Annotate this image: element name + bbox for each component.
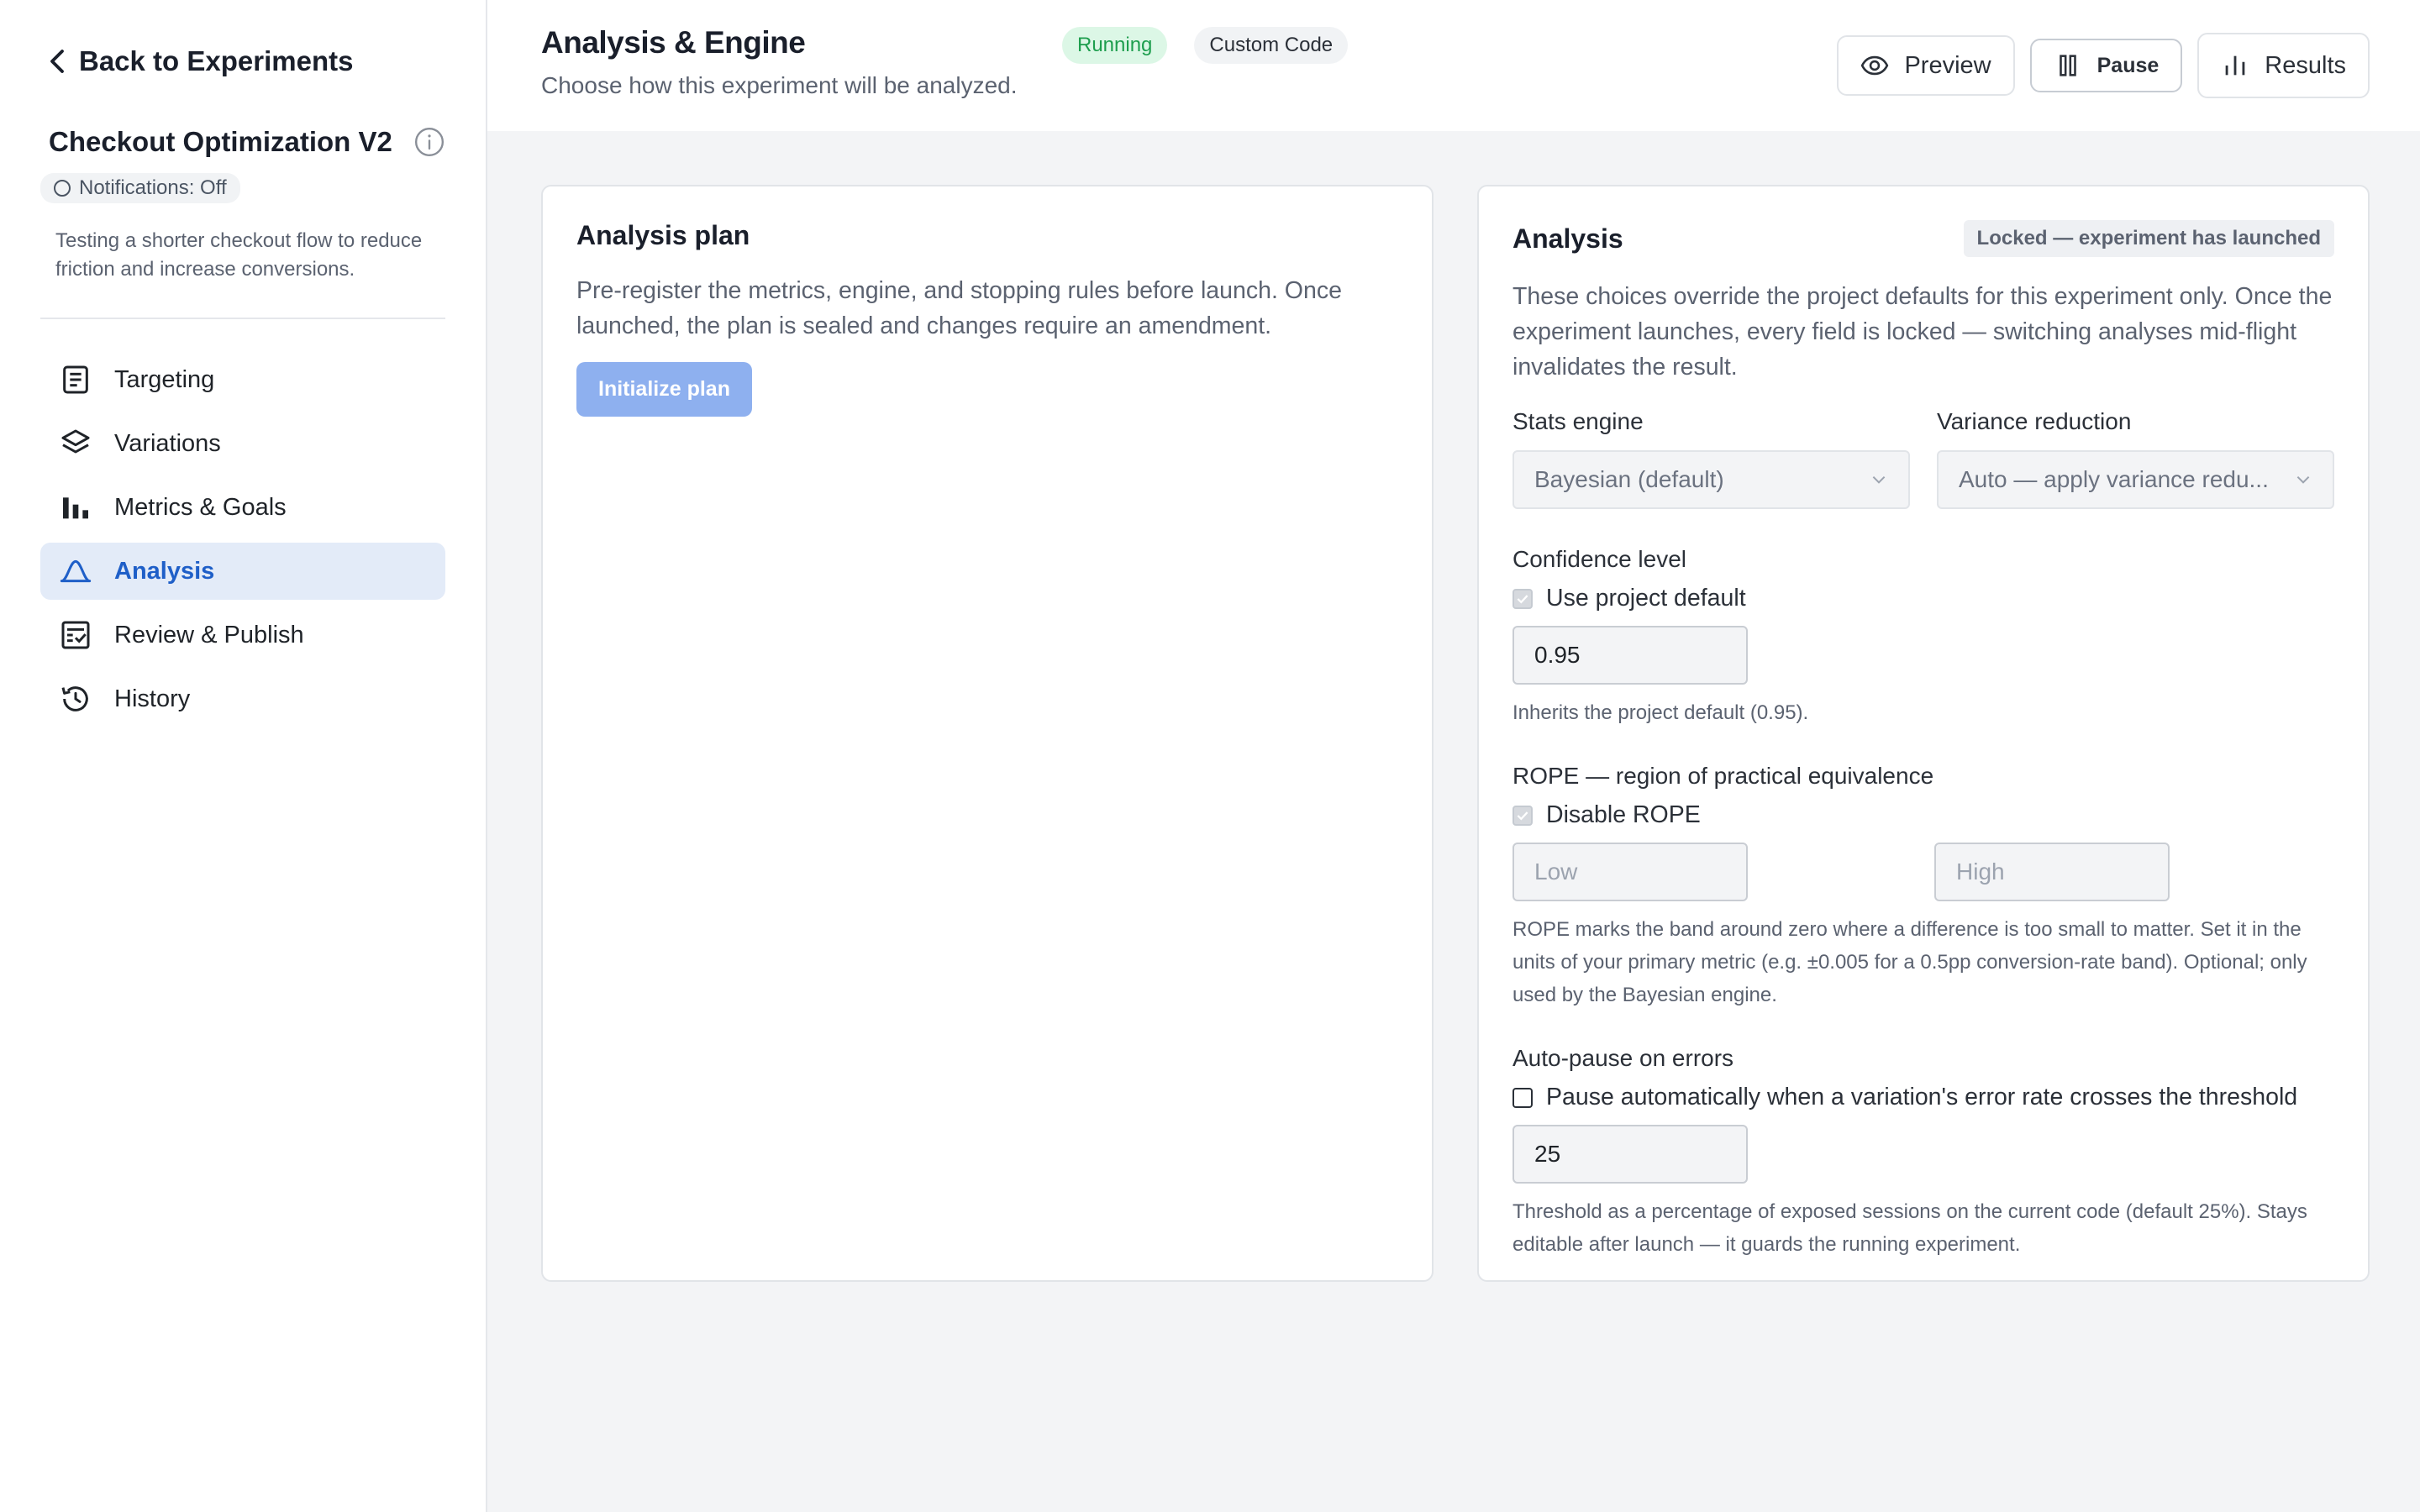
eye-icon [1861, 55, 1889, 76]
variance-reduction-value: Auto — apply variance redu... [1959, 466, 2269, 492]
use-project-default-checkbox[interactable] [1512, 588, 1533, 609]
experiment-header: Checkout Optimization V2 [40, 126, 445, 158]
rope-low-input[interactable]: Low [1512, 843, 1748, 901]
sidebar-item-label: History [114, 685, 191, 712]
rope-label: ROPE — region of practical equivalence [1512, 763, 1934, 789]
confidence-label: Confidence level [1512, 546, 1687, 572]
content-area: Analysis plan Pre-register the metrics, … [487, 131, 2420, 1282]
initialize-plan-button[interactable]: Initialize plan [576, 362, 752, 417]
confidence-input[interactable]: 0.95 [1512, 626, 1748, 685]
experiment-title: Checkout Optimization V2 [49, 126, 392, 157]
results-button[interactable]: Results [2197, 33, 2370, 98]
variance-reduction-label: Variance reduction [1937, 408, 2132, 434]
document-icon [63, 365, 88, 394]
chart-icon [2225, 55, 2245, 76]
sidebar: Back to Experiments Checkout Optimizatio… [0, 0, 487, 1512]
analysis-intro: These choices override the project defau… [1512, 283, 2333, 381]
stats-engine-label: Stats engine [1512, 408, 1644, 434]
confidence-help: Inherits the project default (0.95). [1512, 701, 1809, 724]
main-area: Analysis & Engine Choose how this experi… [487, 0, 2420, 1512]
circle-icon [54, 180, 71, 197]
auto-pause-section: Auto-pause on errors Pause automatically… [1512, 1045, 2334, 1261]
experiment-description: Testing a shorter checkout flow to reduc… [55, 229, 423, 281]
badge-group: Running Custom Code [487, 27, 1349, 64]
status-badge: Running [1062, 27, 1168, 64]
stats-engine-value: Bayesian (default) [1534, 466, 1724, 492]
use-project-default-label: Use project default [1546, 585, 1746, 612]
analysis-card-title: Analysis [1512, 223, 1623, 254]
checklist-icon [61, 621, 90, 649]
variance-reduction-select[interactable]: Auto — apply variance redu... [1937, 450, 2334, 509]
locked-badge: Locked — experiment has launched [1963, 220, 2334, 257]
analysis-card: Analysis Locked — experiment has launche… [1477, 185, 2370, 1282]
back-label: Back to Experiments [79, 45, 354, 76]
header-actions: Preview Pause Results [1837, 33, 2370, 98]
disable-rope-row: Disable ROPE [1512, 801, 2334, 829]
chevron-left-icon [50, 50, 64, 73]
sidebar-item-label: Review & Publish [114, 621, 304, 648]
disable-rope-label: Disable ROPE [1546, 801, 1701, 828]
rope-inputs: Low High [1512, 829, 2334, 901]
pause-icon [2059, 55, 2076, 76]
sidebar-item-label: Analysis [114, 557, 215, 585]
analysis-plan-card: Analysis plan Pre-register the metrics, … [541, 185, 1434, 1282]
bar-chart-icon [63, 497, 88, 519]
use-project-default-row: Use project default [1512, 585, 2334, 612]
auto-pause-help: Threshold as a percentage of exposed ses… [1512, 1200, 2307, 1256]
results-label: Results [2265, 51, 2346, 79]
auto-pause-checkbox[interactable] [1512, 1087, 1533, 1108]
sidebar-divider [40, 318, 445, 319]
page-header: Analysis & Engine Choose how this experi… [487, 0, 2420, 131]
notifications-badge[interactable]: Notifications: Off [40, 173, 240, 203]
sidebar-item-label: Targeting [114, 365, 215, 393]
notifications-label: Notifications: Off [79, 176, 227, 199]
sidebar-nav: Targeting Variations Metrics & Goals Ana… [40, 351, 445, 727]
chevron-down-icon [2296, 475, 2310, 484]
pause-button[interactable]: Pause [2029, 39, 2183, 92]
sidebar-item-analysis[interactable]: Analysis [40, 543, 445, 600]
preview-label: Preview [1904, 51, 1991, 79]
stats-engine-select[interactable]: Bayesian (default) [1512, 450, 1910, 509]
sidebar-item-review-publish[interactable]: Review & Publish [40, 606, 445, 664]
engine-row: Stats engine Bayesian (default) Variance… [1512, 408, 2334, 509]
sidebar-item-variations[interactable]: Variations [40, 415, 445, 472]
layers-icon [61, 429, 90, 454]
app-root: Back to Experiments Checkout Optimizatio… [0, 0, 2420, 1512]
disable-rope-checkbox[interactable] [1512, 805, 1533, 826]
back-to-experiments-link[interactable]: Back to Experiments [47, 40, 445, 82]
preview-button[interactable]: Preview [1837, 35, 2015, 96]
pause-label: Pause [2096, 53, 2160, 77]
auto-pause-checkbox-label: Pause automatically when a variation's e… [1546, 1084, 2298, 1110]
chevron-down-icon [1872, 475, 1886, 484]
sidebar-item-label: Variations [114, 429, 221, 457]
sidebar-item-history[interactable]: History [40, 670, 445, 727]
auto-pause-label: Auto-pause on errors [1512, 1045, 1734, 1071]
bell-curve-icon [60, 559, 92, 583]
sidebar-item-metrics-goals[interactable]: Metrics & Goals [40, 479, 445, 536]
confidence-section: Confidence level Use project default 0.9… [1512, 546, 2334, 729]
rope-section: ROPE — region of practical equivalence D… [1512, 763, 2334, 1011]
checkmark-icon [1517, 811, 1528, 821]
rope-high-input[interactable]: High [1934, 843, 2170, 901]
info-icon[interactable] [413, 126, 445, 158]
sidebar-item-label: Metrics & Goals [114, 493, 287, 521]
plan-card-title: Analysis plan [576, 220, 750, 250]
page-subtitle: Choose how this experiment will be analy… [541, 72, 1018, 98]
auto-pause-row: Pause automatically when a variation's e… [1512, 1084, 2334, 1111]
type-badge: Custom Code [1194, 27, 1349, 64]
sidebar-item-targeting[interactable]: Targeting [40, 351, 445, 408]
history-icon [61, 686, 88, 711]
checkmark-icon [1517, 594, 1528, 604]
plan-card-text: Pre-register the metrics, engine, and st… [576, 277, 1342, 339]
auto-pause-threshold-input[interactable]: 25 [1512, 1125, 1748, 1184]
rope-help: ROPE marks the band around zero where a … [1512, 918, 2307, 1006]
